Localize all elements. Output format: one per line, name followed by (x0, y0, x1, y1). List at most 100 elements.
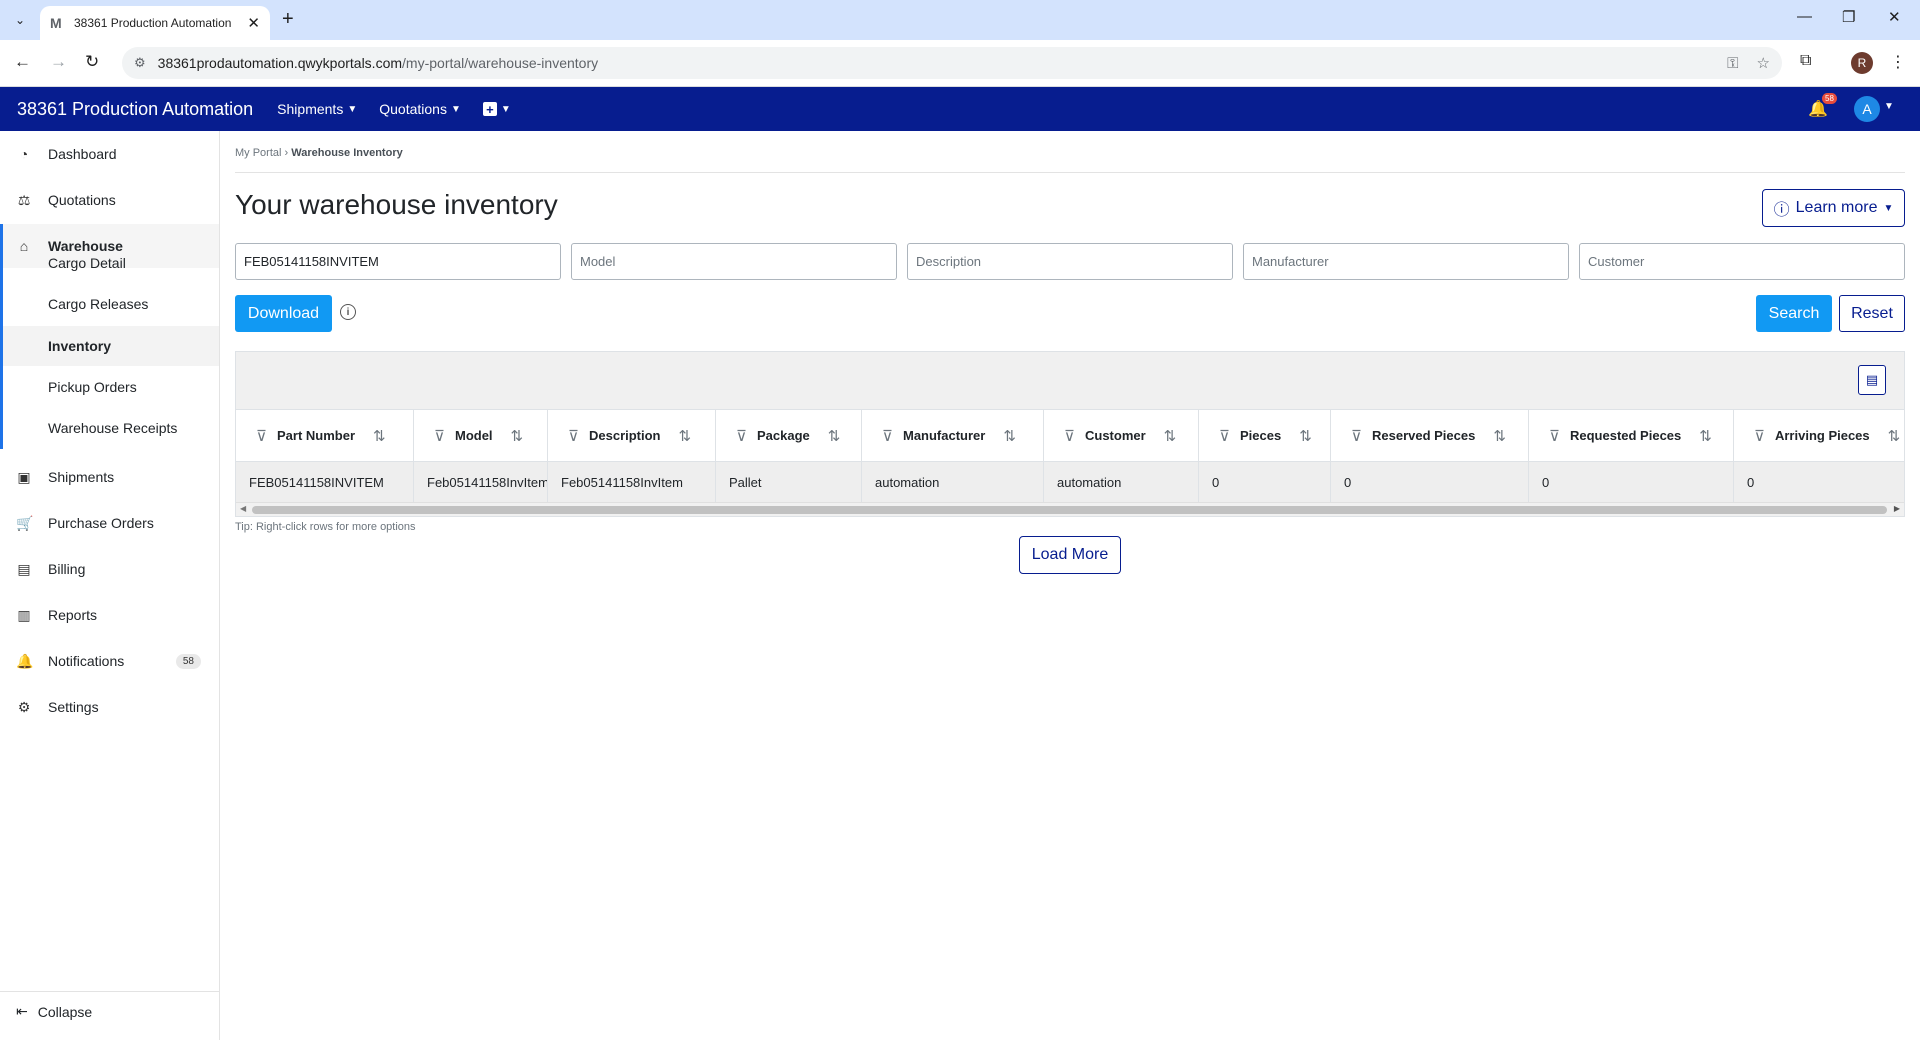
filter-icon[interactable]: ⊽ (1219, 427, 1230, 445)
search-button[interactable]: Search (1756, 295, 1832, 332)
column-header-arriving-pieces[interactable]: ⊽ Arriving Pieces ⇅ (1734, 410, 1904, 461)
part-number-input[interactable] (235, 243, 561, 280)
filter-icon[interactable]: ⊽ (1754, 427, 1765, 445)
sidebar-item-billing[interactable]: ▤ Billing (0, 547, 219, 591)
chevron-down-icon[interactable]: ▼ (1884, 101, 1894, 112)
tab-search-icon[interactable]: ⌄ (8, 8, 32, 32)
browser-menu-icon[interactable]: ⋮ (1890, 52, 1906, 72)
filter-icon[interactable]: ⊽ (434, 427, 445, 445)
column-label: Package (756, 428, 810, 443)
learn-more-label: Learn more (1795, 199, 1878, 216)
address-bar[interactable]: ⚙ 38361prodautomation.qwykportals.com/my… (122, 47, 1782, 79)
nav-create-menu[interactable]: + ▼ (482, 102, 511, 117)
column-header-model[interactable]: ⊽ Model ⇅ (414, 410, 548, 461)
sidebar-subitem-cargo-releases[interactable]: Cargo Releases (48, 284, 148, 324)
sidebar-item-purchase-orders[interactable]: 🛒 Purchase Orders (0, 501, 219, 545)
filter-icon[interactable]: ⊽ (568, 427, 579, 445)
sort-icon[interactable]: ⇅ (373, 427, 386, 445)
password-key-icon[interactable]: ⚿ (1727, 55, 1738, 72)
column-header-description[interactable]: ⊽ Description ⇅ (548, 410, 716, 461)
sidebar-subitem-cargo-detail[interactable]: Cargo Detail (48, 243, 126, 283)
user-avatar[interactable]: A (1854, 96, 1880, 122)
reset-button[interactable]: Reset (1839, 295, 1905, 332)
model-input[interactable] (571, 243, 897, 280)
sort-icon[interactable]: ⇅ (511, 427, 524, 445)
nav-shipments[interactable]: Shipments ▼ (277, 101, 357, 117)
tab-close-icon[interactable]: ✕ (247, 14, 260, 32)
sidebar: ◔ Dashboard ⚖ Quotations ⌂ Warehouse Car… (0, 131, 220, 1040)
sidebar-item-dashboard[interactable]: ◔ Dashboard (0, 132, 219, 176)
column-header-requested-pieces[interactable]: ⊽ Requested Pieces ⇅ (1529, 410, 1734, 461)
customer-input[interactable] (1579, 243, 1905, 280)
breadcrumb-root-link[interactable]: My Portal (235, 147, 281, 159)
chevron-down-icon: ▼ (347, 103, 358, 115)
scroll-right-icon[interactable]: ▶ (1894, 504, 1900, 513)
learn-more-button[interactable]: ⓘ Learn more ▼ (1762, 189, 1905, 227)
url-text[interactable]: 38361prodautomation.qwykportals.com/my-p… (158, 55, 1709, 71)
description-input[interactable] (907, 243, 1233, 280)
sidebar-item-shipments[interactable]: ▣ Shipments (0, 455, 219, 499)
sidebar-item-settings[interactable]: ⚙ Settings (0, 685, 219, 729)
reload-icon[interactable]: ↻ (85, 52, 99, 72)
site-info-icon[interactable]: ⚙ (134, 55, 146, 71)
scroll-left-icon[interactable]: ◀ (240, 504, 246, 513)
collapse-sidebar-button[interactable]: ⇤ Collapse (16, 1003, 92, 1020)
column-header-part-number[interactable]: ⊽ Part Number ⇅ (236, 410, 414, 461)
horizontal-scrollbar[interactable]: ◀ ▶ (236, 502, 1904, 516)
restore-icon[interactable]: ❐ (1842, 8, 1855, 26)
filter-icon[interactable]: ⊽ (882, 427, 893, 445)
filter-icon[interactable]: ⊽ (1549, 427, 1560, 445)
cell-customer: automation (1044, 462, 1199, 502)
export-file-icon[interactable]: ▤ (1858, 365, 1886, 395)
extensions-icon[interactable]: ⧉ (1800, 52, 1811, 70)
cell-pieces: 0 (1199, 462, 1331, 502)
sidebar-item-notifications[interactable]: 🔔 Notifications 58 (0, 639, 219, 683)
sidebar-item-quotations[interactable]: ⚖ Quotations (0, 178, 219, 222)
sidebar-subitem-pickup-orders[interactable]: Pickup Orders (48, 367, 137, 407)
column-header-customer[interactable]: ⊽ Customer ⇅ (1044, 410, 1199, 461)
column-header-manufacturer[interactable]: ⊽ Manufacturer ⇅ (862, 410, 1044, 461)
sort-icon[interactable]: ⇅ (1699, 427, 1712, 445)
sidebar-item-label: Billing (48, 561, 86, 577)
load-more-button[interactable]: Load More (1019, 536, 1121, 574)
manufacturer-input[interactable] (1243, 243, 1569, 280)
forward-icon[interactable]: → (50, 52, 67, 72)
nav-quotations[interactable]: Quotations ▼ (379, 101, 461, 117)
sort-icon[interactable]: ⇅ (828, 427, 841, 445)
sidebar-item-reports[interactable]: ▥ Reports (0, 593, 219, 637)
sidebar-subitem-warehouse-receipts[interactable]: Warehouse Receipts (48, 408, 177, 448)
filter-icon[interactable]: ⊽ (1064, 427, 1075, 445)
back-icon[interactable]: ← (14, 52, 31, 72)
download-button[interactable]: Download (235, 295, 332, 332)
cell-package: Pallet (716, 462, 862, 502)
brand-title[interactable]: 38361 Production Automation (17, 99, 253, 120)
table-row[interactable]: FEB05141158INVITEM Feb05141158InvItem Fe… (236, 462, 1904, 502)
sort-icon[interactable]: ⇅ (1888, 427, 1901, 445)
browser-tab[interactable]: M 38361 Production Automation ✕ (40, 6, 270, 40)
window-close-icon[interactable]: ✕ (1888, 8, 1901, 26)
collapse-label: Collapse (37, 1003, 93, 1020)
sort-icon[interactable]: ⇅ (1164, 427, 1177, 445)
column-header-package[interactable]: ⊽ Package ⇅ (716, 410, 862, 461)
profile-avatar[interactable]: R (1851, 52, 1873, 74)
shipments-icon: ▣ (17, 468, 31, 485)
filter-icon[interactable]: ⊽ (256, 427, 267, 445)
breadcrumb-separator: › (284, 147, 289, 159)
column-header-pieces[interactable]: ⊽ Pieces ⇅ (1199, 410, 1331, 461)
minimize-icon[interactable]: — (1797, 8, 1812, 25)
sort-icon[interactable]: ⇅ (1003, 427, 1016, 445)
info-icon[interactable]: i (340, 304, 356, 320)
bell-icon: 🔔 (16, 652, 34, 669)
new-tab-icon[interactable]: + (282, 8, 294, 30)
sidebar-subitem-inventory[interactable]: Inventory (3, 326, 219, 366)
question-circle-icon: ⓘ (1773, 202, 1790, 219)
sort-icon[interactable]: ⇅ (1493, 427, 1506, 445)
filter-icon[interactable]: ⊽ (1351, 427, 1362, 445)
sort-icon[interactable]: ⇅ (1299, 427, 1312, 445)
filter-icon[interactable]: ⊽ (736, 427, 747, 445)
bookmark-star-icon[interactable]: ☆ (1757, 54, 1770, 72)
cell-description: Feb05141158InvItem (548, 462, 716, 502)
column-header-reserved-pieces[interactable]: ⊽ Reserved Pieces ⇅ (1331, 410, 1529, 461)
sort-icon[interactable]: ⇅ (679, 427, 692, 445)
scrollbar-thumb[interactable] (252, 506, 1887, 514)
